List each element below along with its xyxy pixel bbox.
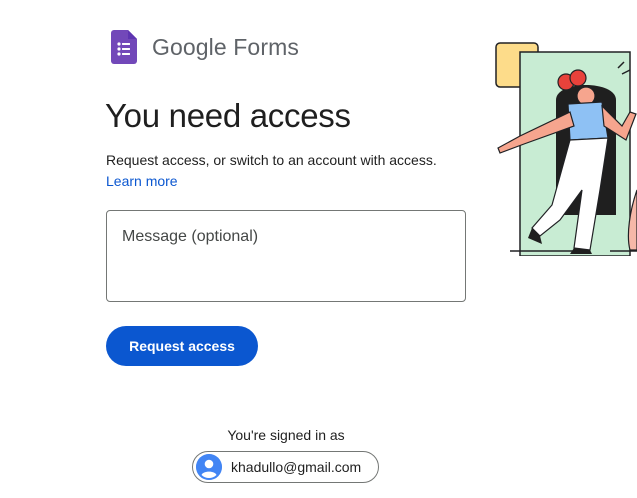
access-description: Request access, or switch to an account …: [106, 152, 437, 168]
person-avatar-icon: [196, 454, 222, 480]
google-forms-icon: [111, 30, 137, 64]
logo-word-forms: Forms: [233, 33, 299, 60]
logo-word-google: Google: [152, 33, 227, 60]
message-field[interactable]: [106, 210, 466, 302]
page-title: You need access: [105, 97, 351, 134]
person-walking-through-door-illustration: [495, 42, 637, 256]
signed-in-label: You're signed in as: [227, 427, 345, 443]
google-forms-logo: Google Forms: [111, 30, 299, 64]
logo-wordmark: Google Forms: [152, 34, 299, 61]
account-chip[interactable]: khadullo@gmail.com: [192, 451, 379, 483]
learn-more-link[interactable]: Learn more: [106, 173, 178, 189]
access-request-page: Google Forms You need access Request acc…: [0, 0, 637, 498]
request-access-button[interactable]: Request access: [106, 326, 258, 366]
account-email: khadullo@gmail.com: [231, 459, 362, 475]
